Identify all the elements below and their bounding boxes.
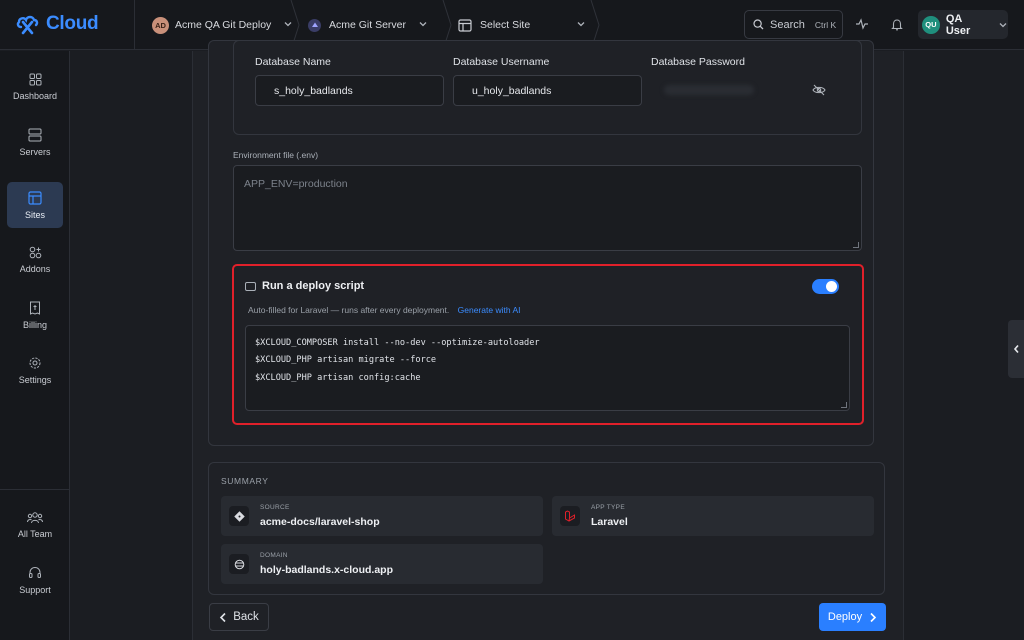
- sidebar-item-label: All Team: [17, 529, 53, 539]
- sidebar-item-label: Support: [19, 584, 51, 595]
- summary-domain-value: holy-badlands.x-cloud.app: [260, 564, 394, 576]
- env-file-textarea[interactable]: APP_ENV=production: [233, 165, 862, 251]
- deploy-script-hint: Auto-filled for Laravel — runs after eve…: [248, 305, 450, 315]
- search-shortcut: Ctrl K: [814, 19, 837, 30]
- sidebar-item-sites[interactable]: Sites: [7, 182, 63, 228]
- database-username-label: Database Username: [453, 56, 550, 68]
- generate-with-ai-link[interactable]: Generate with AI: [458, 305, 521, 315]
- chevron-down-icon: [418, 19, 428, 32]
- sidebar-item-label: Servers: [19, 146, 51, 157]
- deploy-script-title: Run a deploy script: [245, 280, 364, 292]
- deploy-script-editor[interactable]: $XCLOUD_COMPOSER install --no-dev --opti…: [245, 325, 850, 411]
- team-avatar: AD: [152, 16, 169, 34]
- summary-source-value: acme-docs/laravel-shop: [260, 516, 380, 528]
- sidebar: Dashboard Servers Sites Addons Billing S…: [0, 51, 70, 640]
- addons-icon: [29, 246, 42, 259]
- server-icon: [308, 18, 321, 32]
- script-line: $XCLOUD_PHP artisan migrate --force: [255, 355, 437, 366]
- sites-icon: [28, 190, 42, 205]
- chevron-down-icon: [998, 20, 1008, 30]
- search-button[interactable]: Search Ctrl K: [744, 10, 843, 39]
- summary-domain: DOMAIN holy-badlands.x-cloud.app: [221, 544, 543, 584]
- chevron-left-icon: [1013, 344, 1020, 354]
- chevron-right-icon: [869, 612, 877, 623]
- billing-icon: [29, 301, 41, 315]
- gear-icon: [28, 356, 42, 370]
- database-username-field[interactable]: u_holy_badlands: [453, 75, 642, 106]
- env-file-label: Environment file (.env): [233, 150, 319, 160]
- breadcrumb-site-label: Select Site: [480, 19, 531, 31]
- sidebar-item-support[interactable]: Support: [7, 557, 63, 603]
- sidebar-item-dashboard[interactable]: Dashboard: [7, 64, 63, 110]
- sidebar-item-billing[interactable]: Billing: [7, 292, 63, 338]
- back-button-label: Back: [233, 611, 259, 623]
- database-username-value: u_holy_badlands: [472, 84, 552, 97]
- password-masked-value: [664, 85, 754, 95]
- git-icon: [229, 506, 249, 526]
- summary-app-type-value: Laravel: [591, 516, 628, 528]
- panel-collapse-toggle[interactable]: [1008, 320, 1024, 378]
- cloud-logo-icon: [16, 15, 39, 35]
- activity-icon[interactable]: [854, 16, 870, 32]
- bell-icon[interactable]: [889, 16, 905, 32]
- sidebar-item-settings[interactable]: Settings: [7, 347, 63, 393]
- sidebar-item-label: Addons: [19, 264, 51, 274]
- chevron-left-icon: [219, 612, 227, 623]
- deploy-button-label: Deploy: [827, 611, 863, 623]
- sidebar-item-all-team[interactable]: All Team: [7, 502, 63, 548]
- summary-source-caption: SOURCE: [260, 504, 290, 511]
- deploy-script-title-text: Run a deploy script: [262, 280, 365, 292]
- env-placeholder: APP_ENV=production: [244, 178, 348, 190]
- deploy-script-toggle[interactable]: [812, 279, 839, 294]
- database-name-field[interactable]: s_holy_badlands: [255, 75, 444, 106]
- deploy-script-subtitle: Auto-filled for Laravel — runs after eve…: [248, 305, 520, 315]
- summary-app-type-caption: APP TYPE: [591, 504, 625, 511]
- chevron-down-icon: [576, 19, 586, 32]
- dashboard-icon: [29, 73, 42, 86]
- sidebar-item-servers[interactable]: Servers: [7, 119, 63, 165]
- logo-text: Cloud: [46, 13, 99, 34]
- sidebar-item-label: Dashboard: [12, 91, 58, 101]
- summary-title: SUMMARY: [221, 476, 269, 486]
- database-password-field[interactable]: [651, 75, 840, 106]
- eye-off-icon[interactable]: [812, 84, 826, 96]
- sidebar-item-label: Sites: [24, 209, 45, 220]
- summary-source: SOURCE acme-docs/laravel-shop: [221, 496, 543, 536]
- sidebar-item-label: Billing: [22, 319, 47, 330]
- breadcrumb-server-label: Acme Git Server: [329, 19, 407, 31]
- resize-handle-icon[interactable]: [841, 402, 847, 408]
- toggle-knob: [826, 281, 837, 292]
- script-line: $XCLOUD_PHP artisan config:cache: [255, 372, 421, 383]
- team-icon: [27, 511, 43, 524]
- app-logo[interactable]: Cloud: [16, 12, 99, 36]
- divider: [0, 489, 70, 490]
- summary-app-type: APP TYPE Laravel: [552, 496, 874, 536]
- database-name-label: Database Name: [255, 56, 331, 68]
- user-name: QA User: [945, 12, 971, 37]
- breadcrumb-team-label: Acme QA Git Deploy: [175, 19, 272, 31]
- resize-handle-icon[interactable]: [853, 242, 859, 248]
- globe-icon: [229, 554, 249, 574]
- server-icon: [28, 128, 42, 142]
- database-name-value: s_holy_badlands: [274, 84, 353, 97]
- script-line: $XCLOUD_COMPOSER install --no-dev --opti…: [255, 338, 540, 348]
- site-layout-icon: [458, 18, 472, 32]
- headset-icon: [28, 566, 42, 580]
- divider: [134, 0, 135, 50]
- laravel-icon: [560, 506, 580, 526]
- sidebar-item-addons[interactable]: Addons: [7, 237, 63, 283]
- summary-domain-caption: DOMAIN: [260, 552, 288, 559]
- deploy-button[interactable]: Deploy: [819, 603, 886, 631]
- search-icon: [753, 19, 764, 30]
- back-button[interactable]: Back: [209, 603, 269, 631]
- terminal-icon: [245, 281, 256, 291]
- database-password-label: Database Password: [651, 56, 745, 68]
- user-menu[interactable]: QU QA User: [918, 10, 1008, 39]
- sidebar-item-label: Settings: [18, 374, 52, 385]
- search-label: Search: [770, 18, 805, 31]
- avatar: QU: [922, 15, 940, 34]
